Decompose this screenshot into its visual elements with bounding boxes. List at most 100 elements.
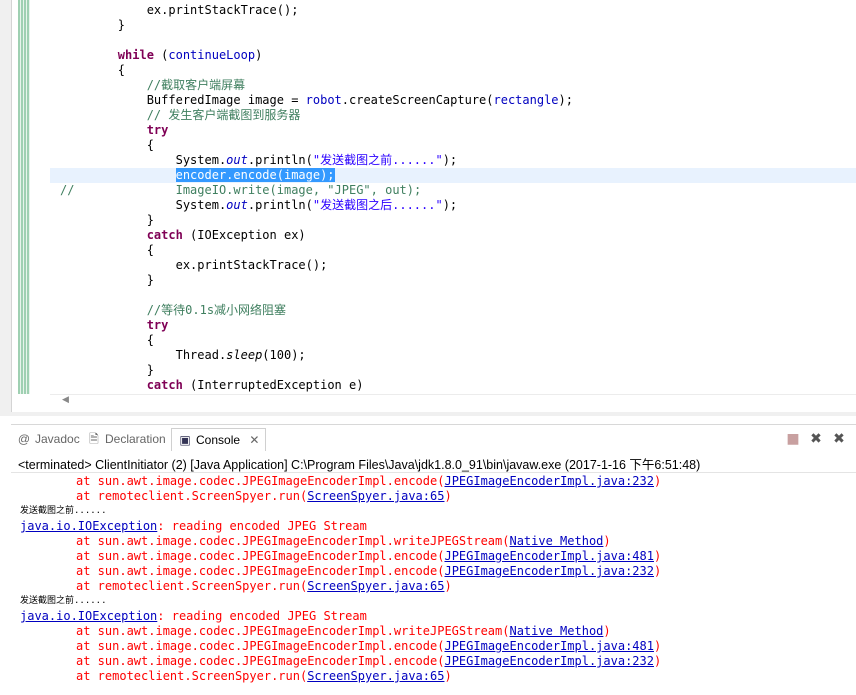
- code-token: ex.printStackTrace();: [175, 258, 328, 272]
- code-line[interactable]: ex.printStackTrace();: [50, 258, 856, 273]
- console-line: at sun.awt.image.codec.JPEGImageEncoderI…: [20, 639, 856, 654]
- declaration-icon: 🗎: [89, 432, 99, 446]
- code-line[interactable]: }: [50, 363, 856, 378]
- close-icon[interactable]: ✕: [249, 433, 259, 447]
- console-link[interactable]: java.io.IOException: [20, 519, 157, 533]
- stack-frame-text: at remoteclient.ScreenSpyer.run(: [76, 579, 308, 593]
- code-token: out: [226, 153, 248, 167]
- scroll-left-icon[interactable]: ◀: [62, 395, 69, 405]
- console-line: at sun.awt.image.codec.JPEGImageEncoderI…: [20, 534, 856, 549]
- editor-area[interactable]: ex.printStackTrace(); } while (continueL…: [11, 0, 856, 412]
- code-editor[interactable]: ex.printStackTrace(); } while (continueL…: [0, 0, 856, 416]
- code-line[interactable]: }: [50, 18, 856, 33]
- code-token: encoder.encode(image);: [175, 168, 335, 182]
- tab-console[interactable]: ▣ Console ✕: [171, 428, 267, 451]
- console-link[interactable]: ScreenSpyer.java:65: [307, 669, 444, 683]
- console-text: ): [653, 549, 662, 563]
- code-line[interactable]: Thread.sleep(100);: [50, 348, 856, 363]
- code-line[interactable]: System.out.println("发送截图之后......");: [50, 198, 856, 213]
- console-link[interactable]: JPEGImageEncoderImpl.java:232: [444, 564, 654, 578]
- console-link[interactable]: ScreenSpyer.java:65: [307, 489, 444, 503]
- code-token: "发送截图之后......": [312, 198, 443, 212]
- code-token: (: [153, 48, 169, 62]
- console-link[interactable]: Native Method: [509, 534, 603, 548]
- console-text: ): [603, 624, 611, 638]
- tab-declaration[interactable]: 🗎 Declaration: [87, 428, 166, 450]
- console-line: 发送截图之前......: [20, 506, 107, 516]
- code-line[interactable]: {: [50, 63, 856, 78]
- stack-frame-text: at sun.awt.image.codec.JPEGImageEncoderI…: [76, 654, 445, 668]
- code-token: robot: [305, 93, 342, 107]
- code-line[interactable]: [50, 33, 856, 48]
- remove-all-icon[interactable]: ✖: [831, 431, 847, 447]
- console-line: at sun.awt.image.codec.JPEGImageEncoderI…: [20, 474, 856, 489]
- console-link[interactable]: java.io.IOException: [20, 609, 157, 623]
- code-token: rectangle: [493, 93, 559, 107]
- code-token: Thread.: [175, 348, 227, 362]
- console-link[interactable]: JPEGImageEncoderImpl.java:232: [444, 474, 654, 488]
- code-line[interactable]: }: [50, 213, 856, 228]
- console-link[interactable]: JPEGImageEncoderImpl.java:232: [444, 654, 654, 668]
- console-line: at sun.awt.image.codec.JPEGImageEncoderI…: [20, 654, 856, 669]
- code-token: while: [117, 48, 154, 62]
- horizontal-scrollbar[interactable]: ◀: [50, 394, 856, 409]
- code-line[interactable]: System.out.println("发送截图之前......");: [50, 153, 856, 168]
- code-line[interactable]: catch (InterruptedException e): [50, 378, 856, 393]
- javadoc-icon: @: [17, 432, 31, 446]
- code-token: );: [442, 198, 458, 212]
- code-line[interactable]: ex.printStackTrace();: [50, 3, 856, 18]
- console-link[interactable]: JPEGImageEncoderImpl.java:481: [444, 639, 654, 653]
- code-line[interactable]: encoder.encode(image);: [50, 168, 856, 183]
- code-token: (IOException ex): [182, 228, 306, 242]
- code-line[interactable]: // ImageIO.write(image, "JPEG", out);: [50, 183, 856, 198]
- console-line: java.io.IOException: reading encoded JPE…: [20, 609, 856, 624]
- code-line[interactable]: BufferedImage image = robot.createScreen…: [50, 93, 856, 108]
- code-line[interactable]: }: [50, 273, 856, 288]
- code-line[interactable]: [50, 288, 856, 303]
- code-line[interactable]: try: [50, 123, 856, 138]
- console-line: 发送截图之前......: [20, 596, 107, 606]
- code-line[interactable]: {: [50, 333, 856, 348]
- code-line[interactable]: catch (IOException ex): [50, 228, 856, 243]
- console-link[interactable]: JPEGImageEncoderImpl.java:481: [444, 549, 654, 563]
- code-token: {: [146, 333, 154, 347]
- code-token: sleep: [226, 348, 263, 362]
- code-token: "发送截图之前......": [312, 153, 443, 167]
- code-token: ImageIO.write(image, "JPEG", out);: [175, 183, 422, 197]
- console-line: at remoteclient.ScreenSpyer.run(ScreenSp…: [20, 489, 856, 504]
- console-line: at sun.awt.image.codec.JPEGImageEncoderI…: [20, 564, 856, 579]
- code-token: }: [146, 363, 154, 377]
- code-token: {: [117, 63, 126, 77]
- code-line[interactable]: //等待0.1s减小网络阻塞: [50, 303, 856, 318]
- remove-launch-icon[interactable]: ✖: [808, 431, 824, 447]
- code-token: (100);: [262, 348, 306, 362]
- code-token: try: [146, 318, 169, 332]
- stack-frame-text: at sun.awt.image.codec.JPEGImageEncoderI…: [76, 549, 445, 563]
- code-line[interactable]: {: [50, 138, 856, 153]
- console-output[interactable]: at sun.awt.image.codec.JPEGImageEncoderI…: [20, 474, 856, 684]
- code-line[interactable]: //截取客户端屏幕: [50, 78, 856, 93]
- console-link[interactable]: Native Method: [509, 624, 603, 638]
- console-status: <terminated> ClientInitiator (2) [Java A…: [18, 458, 701, 472]
- code-line[interactable]: try: [50, 318, 856, 333]
- code-token: (InterruptedException e): [182, 378, 364, 392]
- code-token: .println(: [247, 198, 313, 212]
- code-line[interactable]: {: [50, 243, 856, 258]
- console-link[interactable]: ScreenSpyer.java:65: [307, 579, 444, 593]
- console-text: : reading encoded JPEG Stream: [157, 519, 367, 533]
- console-text: ): [653, 654, 662, 668]
- code-token: {: [146, 138, 154, 152]
- code-line[interactable]: // 发生客户端截图到服务器: [50, 108, 856, 123]
- code-token: );: [442, 153, 458, 167]
- code-lines[interactable]: ex.printStackTrace(); } while (continueL…: [50, 3, 856, 393]
- console-text: ): [444, 489, 452, 503]
- console-icon: ▣: [179, 433, 191, 447]
- code-token: }: [117, 18, 126, 32]
- code-token: );: [558, 93, 573, 107]
- code-token: ): [255, 48, 263, 62]
- terminate-icon[interactable]: ■: [785, 431, 801, 447]
- tab-javadoc[interactable]: @ Javadoc: [17, 428, 80, 450]
- code-token: ex.printStackTrace();: [146, 3, 299, 17]
- code-line[interactable]: while (continueLoop): [50, 48, 856, 63]
- code-token: catch: [146, 378, 183, 392]
